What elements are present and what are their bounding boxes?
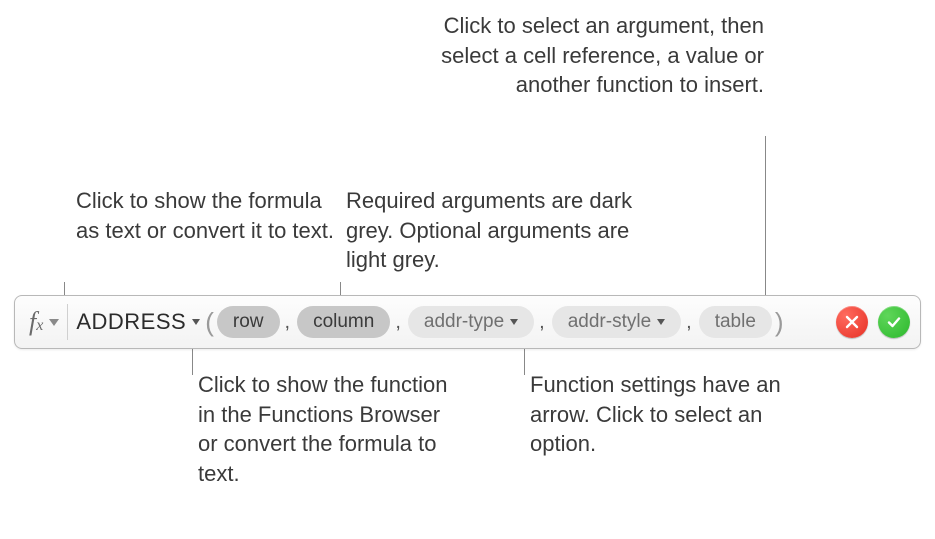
arg-table[interactable]: table bbox=[699, 306, 772, 338]
comma: , bbox=[390, 311, 408, 334]
check-icon bbox=[886, 314, 902, 330]
callout-fx: Click to show the formula as text or con… bbox=[76, 186, 336, 245]
formula-bar: fx ADDRESS ( row , column , addr-type , … bbox=[14, 295, 921, 349]
cancel-button[interactable] bbox=[836, 306, 868, 338]
callout-required: Required arguments are dark grey. Option… bbox=[346, 186, 646, 275]
arg-addr-type[interactable]: addr-type bbox=[408, 306, 534, 338]
formula-actions bbox=[828, 306, 914, 338]
arg-row[interactable]: row bbox=[217, 306, 280, 338]
leader-line bbox=[524, 345, 525, 375]
function-name-label: ADDRESS bbox=[76, 309, 186, 335]
callout-settings-text: Function settings have an arrow. Click t… bbox=[530, 372, 781, 456]
leader-line bbox=[192, 345, 193, 375]
arg-addr-type-label: addr-type bbox=[424, 311, 504, 333]
callout-fnbrowser-text: Click to show the function in the Functi… bbox=[198, 372, 447, 486]
function-name-dropdown[interactable]: ADDRESS bbox=[76, 309, 202, 335]
arg-table-label: table bbox=[715, 311, 756, 333]
leader-line bbox=[765, 136, 766, 300]
formula-tokens: ADDRESS ( row , column , addr-type , add… bbox=[68, 306, 828, 338]
comma: , bbox=[681, 311, 699, 334]
chevron-down-icon bbox=[49, 319, 59, 326]
fx-icon: fx bbox=[29, 307, 43, 337]
comma: , bbox=[534, 311, 552, 334]
callout-required-text: Required arguments are dark grey. Option… bbox=[346, 188, 632, 272]
callout-insert-text: Click to select an argument, then select… bbox=[441, 13, 764, 97]
comma: , bbox=[280, 311, 298, 334]
open-paren: ( bbox=[202, 307, 217, 338]
close-paren: ) bbox=[772, 307, 787, 338]
arg-column[interactable]: column bbox=[297, 306, 390, 338]
callout-fx-text: Click to show the formula as text or con… bbox=[76, 188, 334, 243]
close-icon bbox=[844, 314, 860, 330]
arg-addr-style-label: addr-style bbox=[568, 311, 651, 333]
callout-fnbrowser: Click to show the function in the Functi… bbox=[198, 370, 448, 489]
chevron-down-icon bbox=[510, 319, 518, 325]
callout-insert: Click to select an argument, then select… bbox=[434, 11, 764, 100]
chevron-down-icon bbox=[192, 319, 200, 325]
chevron-down-icon bbox=[657, 319, 665, 325]
fx-menu[interactable]: fx bbox=[19, 296, 67, 348]
accept-button[interactable] bbox=[878, 306, 910, 338]
arg-row-label: row bbox=[233, 311, 264, 333]
arg-column-label: column bbox=[313, 311, 374, 333]
arg-addr-style[interactable]: addr-style bbox=[552, 306, 681, 338]
callout-settings: Function settings have an arrow. Click t… bbox=[530, 370, 790, 459]
